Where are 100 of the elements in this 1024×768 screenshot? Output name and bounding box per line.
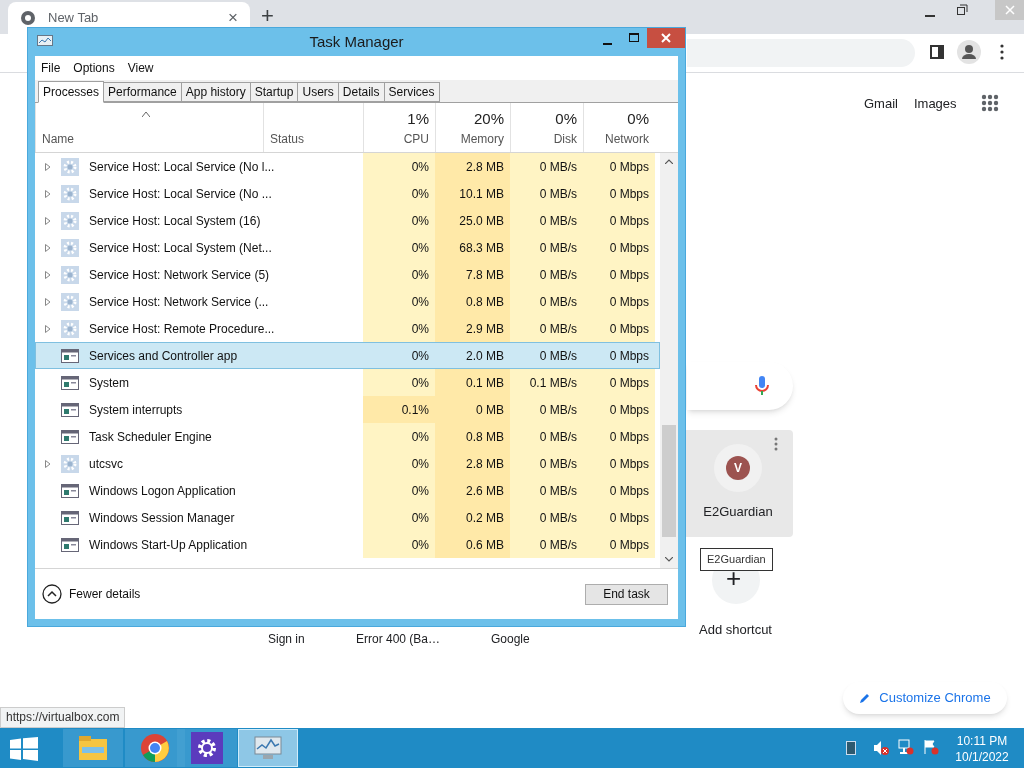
shortcut-tile[interactable]: V E2Guardian	[683, 430, 793, 537]
table-cell: 0%	[363, 423, 435, 450]
table-cell: 0%	[363, 369, 435, 396]
table-cell: 0 MB/s	[510, 477, 583, 504]
window-title: Task Manager	[309, 31, 404, 52]
process-name: Service Host: Local System (16)	[89, 212, 261, 230]
table-cell: 0%	[363, 450, 435, 477]
table-cell: 0 Mbps	[583, 153, 655, 180]
end-task-button[interactable]: End task	[585, 583, 668, 605]
table-cell: 0.1%	[363, 396, 435, 423]
table-cell: 2.8 MB	[435, 450, 510, 477]
tab[interactable]: Users	[297, 82, 339, 102]
table-cell: 0 MB/s	[510, 153, 583, 180]
tab[interactable]: Services	[383, 82, 440, 102]
menu-item[interactable]: File	[41, 59, 61, 77]
process-row[interactable]: Service Host: Local System (16) 0% 25.0 MB 0 MB/s 0 Mbps	[35, 207, 660, 234]
table-cell: 0%	[363, 288, 435, 315]
table-cell: 0 MB/s	[510, 288, 583, 315]
table-cell: 0.8 MB	[435, 423, 510, 450]
table-cell: 0 MB/s	[510, 234, 583, 261]
table-cell: 0%	[363, 207, 435, 234]
table-cell: 0 Mbps	[583, 477, 655, 504]
table-cell: 0 Mbps	[583, 450, 655, 477]
column-header[interactable]: Disk	[553, 130, 577, 148]
column-header[interactable]: Status	[270, 130, 305, 148]
clock-time[interactable]: 10:11 PM	[956, 733, 1008, 749]
process-name: Service Host: Remote Procedure...	[89, 320, 275, 338]
tab[interactable]: Processes	[38, 81, 105, 103]
top-link[interactable]: Gmail	[864, 94, 898, 114]
tab[interactable]: Performance	[103, 82, 182, 102]
tab[interactable]: Details	[337, 82, 385, 102]
table-cell: 0 MB/s	[510, 180, 583, 207]
column-header[interactable]: CPU	[403, 130, 429, 148]
process-row[interactable]: Task Scheduler Engine 0% 0.8 MB 0 MB/s 0 Mbps	[35, 423, 660, 450]
process-name: Windows Session Manager	[89, 509, 235, 527]
table-cell: 0.8 MB	[435, 288, 510, 315]
process-name: utcsvc	[89, 455, 123, 473]
status-url: https://virtualbox.com	[0, 707, 126, 728]
table-cell: 0 Mbps	[583, 180, 655, 207]
table-cell: 0.2 MB	[435, 504, 510, 531]
column-total: 0%	[555, 109, 577, 129]
top-link[interactable]: Images	[913, 94, 957, 114]
customize-chrome-button[interactable]: Customize Chrome	[843, 682, 1007, 714]
table-cell: 0 MB/s	[510, 450, 583, 477]
menu-item[interactable]: View	[127, 59, 154, 77]
shortcut-title[interactable]: Error 400 (Ba…	[356, 630, 441, 648]
table-cell: 0%	[363, 315, 435, 342]
menu-item[interactable]: Options	[73, 59, 115, 77]
process-row[interactable]: System interrupts 0.1% 0 MB 0 MB/s 0 Mbps	[35, 396, 660, 423]
tab[interactable]: App history	[180, 82, 251, 102]
process-row[interactable]: Service Host: Local System (Net... 0% 68.3 MB 0 MB/s 0 Mbps	[35, 234, 660, 261]
table-cell: 2.8 MB	[435, 153, 510, 180]
process-row[interactable]: Services and Controller app 0% 2.0 MB 0 MB/s 0 Mbps	[35, 342, 660, 369]
table-cell: 0%	[363, 477, 435, 504]
process-name: Services and Controller app	[89, 347, 238, 365]
table-cell: 0%	[363, 261, 435, 288]
process-row[interactable]: Windows Start-Up Application 0% 0.6 MB 0 MB/s 0 Mbps	[35, 531, 660, 558]
process-row[interactable]: Windows Session Manager 0% 0.2 MB 0 MB/s 0 Mbps	[35, 504, 660, 531]
column-header[interactable]: Name	[42, 130, 74, 148]
table-cell: 0%	[363, 504, 435, 531]
table-cell: 0.1 MB/s	[510, 369, 583, 396]
process-name: System interrupts	[89, 401, 183, 419]
tab-title: New Tab	[48, 9, 100, 28]
table-cell: 0 Mbps	[583, 261, 655, 288]
table-cell: 68.3 MB	[435, 234, 510, 261]
process-row[interactable]: utcsvc 0% 2.8 MB 0 MB/s 0 Mbps	[35, 450, 660, 477]
process-row[interactable]: Service Host: Local Service (No l... 0% 2.8 MB 0 MB/s 0 Mbps	[35, 153, 660, 180]
clock-date[interactable]: 10/1/2022	[955, 749, 1009, 765]
table-cell: 0 Mbps	[583, 423, 655, 450]
table-cell: 0 Mbps	[583, 369, 655, 396]
process-row[interactable]: Service Host: Network Service (5) 0% 7.8 MB 0 MB/s 0 Mbps	[35, 261, 660, 288]
shortcut-title[interactable]: Add shortcut	[699, 620, 772, 640]
table-cell: 0 MB/s	[510, 315, 583, 342]
shortcut-title[interactable]: Sign in	[268, 630, 305, 648]
close-tab-button[interactable]: ×	[228, 5, 238, 31]
shortcut-title: E2Guardian	[703, 503, 773, 521]
column-total: 1%	[407, 109, 429, 129]
process-row[interactable]: Service Host: Local Service (No ... 0% 10.1 MB 0 MB/s 0 Mbps	[35, 180, 660, 207]
table-cell: 0 Mbps	[583, 207, 655, 234]
process-row[interactable]: Service Host: Network Service (... 0% 0.8 MB 0 MB/s 0 Mbps	[35, 288, 660, 315]
table-cell: 0 MB/s	[510, 531, 583, 558]
column-header[interactable]: Memory	[460, 130, 504, 148]
column-header[interactable]: Network	[605, 130, 649, 148]
new-tab-button[interactable]: +	[261, 5, 274, 27]
process-name: Windows Logon Application	[89, 482, 236, 500]
process-name: Service Host: Local Service (No l...	[89, 158, 275, 176]
table-cell: 0%	[363, 234, 435, 261]
table-cell: 0 MB/s	[510, 396, 583, 423]
process-row[interactable]: Service Host: Remote Procedure... 0% 2.9 MB 0 MB/s 0 Mbps	[35, 315, 660, 342]
process-name: Service Host: Network Service (5)	[89, 266, 270, 284]
process-name: Task Scheduler Engine	[89, 428, 212, 446]
table-cell: 0 MB/s	[510, 261, 583, 288]
process-row[interactable]: System 0% 0.1 MB 0.1 MB/s 0 Mbps	[35, 369, 660, 396]
fewer-details-link[interactable]: Fewer details	[69, 585, 578, 603]
process-name: System	[89, 374, 129, 392]
table-cell: 2.9 MB	[435, 315, 510, 342]
tab[interactable]: Startup	[249, 82, 299, 102]
process-row[interactable]: Windows Logon Application 0% 2.6 MB 0 MB/s 0 Mbps	[35, 477, 660, 504]
shortcut-title[interactable]: Google	[491, 630, 530, 648]
table-cell: 10.1 MB	[435, 180, 510, 207]
